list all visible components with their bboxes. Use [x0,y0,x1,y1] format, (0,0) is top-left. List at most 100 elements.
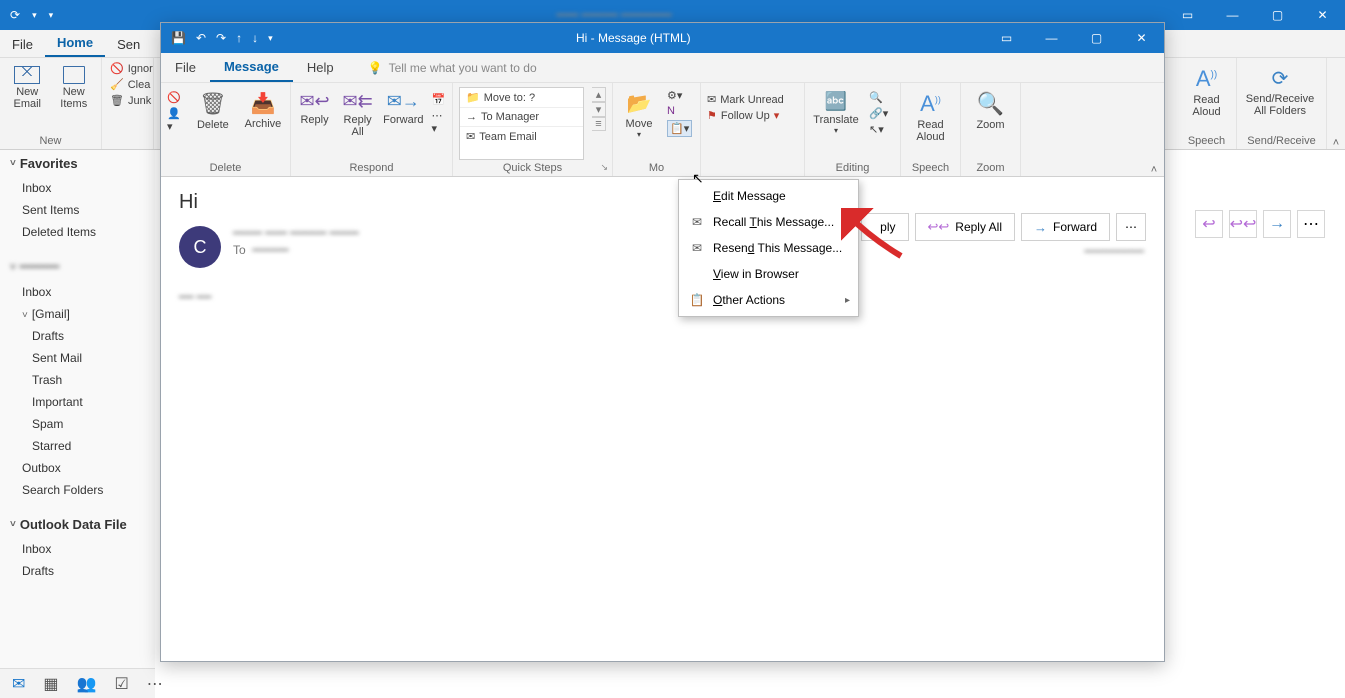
fav-deleted[interactable]: Deleted Items [0,221,155,243]
qs-move-to[interactable]: 📁 Move to: ? [460,88,583,108]
gmail-important[interactable]: Important [0,391,155,413]
more-respond-icon[interactable]: ⋯▾ [432,109,447,135]
account-header[interactable]: ˅━━━━━ [0,253,155,281]
undo-icon[interactable]: ↶ [196,31,206,45]
qs-up-icon[interactable]: ▴ [592,87,606,102]
tab-home[interactable]: Home [45,30,105,57]
prev-item-icon[interactable]: ↑ [236,31,242,45]
send-receive-button[interactable]: ⟳ Send/Receive All Folders [1245,62,1315,117]
find-icon[interactable]: 🔍 [869,91,888,104]
clean-button[interactable]: 🧹 Clea [110,78,153,91]
msg-ribbon-options-icon[interactable]: ▭ [984,23,1029,53]
msg-minimize-icon[interactable]: ― [1029,23,1074,53]
gmail-drafts[interactable]: Drafts [0,325,155,347]
bg-reply-all-icon[interactable]: ↩↩ [1229,210,1257,238]
reply-all-button[interactable]: ✉⇇ Reply All [340,87,375,138]
junk-small-icon[interactable]: 👤▾ [167,107,184,133]
odf-inbox[interactable]: Inbox [0,538,155,560]
maximize-icon[interactable]: ▢ [1255,0,1300,30]
odf-drafts[interactable]: Drafts [0,560,155,582]
ignore-button[interactable]: 🚫 Ignor [110,62,153,75]
tell-me-search[interactable]: 💡 Tell me what you want to do [368,61,537,75]
calendar-icon[interactable]: ▦ [43,674,58,694]
archive-button[interactable]: 📥 Archive [242,87,284,130]
move-button[interactable]: 📂 Move ▾ [619,87,659,139]
meeting-icon[interactable]: 📅 [432,93,447,106]
zoom-button[interactable]: 🔍 Zoom [967,87,1014,131]
more-icon[interactable]: ⋯ [147,674,163,694]
acct-inbox[interactable]: Inbox [0,281,155,303]
minimize-icon[interactable]: ― [1210,0,1255,30]
ribbon-collapse-icon[interactable]: ˄ [1327,58,1345,149]
msg-close-icon[interactable]: ✕ [1119,23,1164,53]
qs-to-manager[interactable]: → To Manager [460,108,583,127]
tasks-icon[interactable]: ☑ [114,674,128,694]
fav-sent[interactable]: Sent Items [0,199,155,221]
qs-down-icon[interactable]: ▾ [592,102,606,117]
qat-customize-icon[interactable]: ▾ [268,33,273,44]
forward-button[interactable]: ✉→ Forward [383,87,423,126]
qs-launcher-icon[interactable]: ↘ [600,162,608,173]
new-email-button[interactable]: New Email [8,62,47,110]
ignore-small-icon[interactable]: 🚫 [167,91,184,104]
search-folders[interactable]: Search Folders [0,479,155,501]
outbox[interactable]: Outbox [0,457,155,479]
menu-view-in-browser[interactable]: View in Browser [679,261,858,287]
translate-button[interactable]: 🔤 Translate ▾ [811,87,861,135]
tab-send[interactable]: Sen [105,32,152,57]
favorites-header[interactable]: ˅Favorites [0,150,155,177]
dropdown-icon[interactable]: ▾ [32,10,37,21]
action-reply-button[interactable]: ply [861,213,908,241]
action-forward-button[interactable]: →Forward [1021,213,1110,241]
msg-tab-help[interactable]: Help [293,54,348,81]
bg-reply-icon[interactable]: ↩ [1195,210,1223,238]
follow-up-button[interactable]: ⚑ Follow Up ▾ [707,109,784,122]
onenote-icon[interactable]: N [667,105,692,117]
bg-forward-icon[interactable]: → [1263,210,1291,238]
msg-tab-message[interactable]: Message [210,53,293,82]
new-items-button[interactable]: New Items [55,62,94,110]
junk-button[interactable]: 🗑 Junk [110,94,153,107]
menu-recall-message[interactable]: ✉Recall This Message... [679,209,858,235]
gmail-trash[interactable]: Trash [0,369,155,391]
recall-icon: ✉ [689,215,705,229]
mark-unread-button[interactable]: ✉ Mark Unread [707,93,784,106]
qs-more-icon[interactable]: ≡ [592,117,606,131]
bg-more-icon[interactable]: ⋯ [1297,210,1325,238]
menu-other-actions[interactable]: 📋Other Actions ▸ [679,287,858,313]
gmail-header[interactable]: ˅[Gmail] [0,303,155,325]
gmail-starred[interactable]: Starred [0,435,155,457]
msg-ribbon-collapse-icon[interactable]: ˄ [1144,83,1164,176]
fav-inbox[interactable]: Inbox [0,177,155,199]
read-aloud-button[interactable]: A)) Read Aloud [1185,62,1228,118]
msg-read-aloud-button[interactable]: A)) Read Aloud [907,87,954,143]
delete-button[interactable]: 🗑 Delete [192,87,234,131]
ribbon-display-icon[interactable]: ▭ [1165,0,1210,30]
gmail-sent-mail[interactable]: Sent Mail [0,347,155,369]
quick-steps-gallery[interactable]: 📁 Move to: ? → To Manager ✉ Team Email [459,87,584,160]
qs-team-email[interactable]: ✉ Team Email [460,127,583,146]
move-icon: 📂 [627,91,652,116]
rules-icon[interactable]: ⚙▾ [667,89,692,102]
qat-customize-icon[interactable]: ▾ [49,10,54,21]
save-icon[interactable]: 💾 [171,31,186,45]
msg-maximize-icon[interactable]: ▢ [1074,23,1119,53]
redo-icon[interactable]: ↷ [216,31,226,45]
action-more-button[interactable]: ⋯ [1116,213,1146,241]
menu-resend-message[interactable]: ✉Resend This Message... [679,235,858,261]
sync-icon[interactable]: ⟳ [10,8,20,22]
people-icon[interactable]: 👥 [77,674,97,694]
close-icon[interactable]: ✕ [1300,0,1345,30]
select-icon[interactable]: ↖▾ [869,123,888,136]
next-item-icon[interactable]: ↓ [252,31,258,45]
outlook-data-file-header[interactable]: ˅Outlook Data File [0,511,155,538]
mail-icon[interactable]: ✉ [12,674,25,694]
actions-dropdown-button[interactable]: 📋▾ [667,120,692,137]
related-icon[interactable]: 🔗▾ [869,107,888,120]
tab-file[interactable]: File [0,32,45,57]
action-reply-all-button[interactable]: ↩↩Reply All [915,213,1015,241]
gmail-spam[interactable]: Spam [0,413,155,435]
reply-button[interactable]: ✉↩ Reply [297,87,332,126]
menu-edit-message[interactable]: Edit Message [679,183,858,209]
msg-tab-file[interactable]: File [161,54,210,81]
